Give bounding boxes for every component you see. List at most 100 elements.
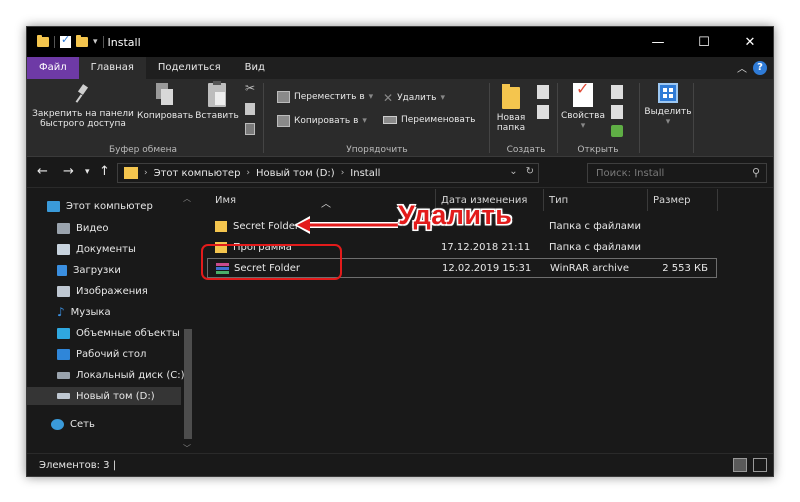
chevron-right-icon[interactable]: › (144, 168, 148, 178)
nav-item-drive-c[interactable]: Локальный диск (C:) (57, 366, 185, 384)
new-item-button[interactable] (537, 85, 549, 99)
rename-button[interactable]: Переименовать (383, 115, 476, 125)
separator (54, 36, 55, 48)
organize-group-label: Упорядочить (346, 145, 408, 155)
file-type: Папка с файлами (549, 221, 641, 232)
folder-icon (124, 167, 138, 179)
chevron-right-icon[interactable]: › (341, 168, 345, 178)
customize-toolbar-icon[interactable]: ▾ (93, 37, 98, 47)
up-arrow-icon[interactable]: ↑ (99, 164, 110, 179)
copy-icon (156, 83, 174, 107)
details-view-icon[interactable] (733, 458, 747, 472)
tab-view[interactable]: Вид (233, 57, 277, 79)
ribbon: Закрепить на панели быстрого доступа Коп… (27, 79, 773, 157)
scroll-up-icon[interactable]: ︿ (183, 193, 191, 204)
system-drive-icon (57, 371, 70, 379)
pin-icon (74, 83, 92, 105)
clipboard-group-label: Буфер обмена (108, 145, 178, 155)
separator (543, 189, 544, 211)
pictures-icon (57, 285, 70, 297)
file-name: Secret Folder (233, 221, 300, 232)
new-folder-button[interactable]: Новая папка (491, 83, 531, 133)
item-count: Элементов: 3 | (39, 460, 117, 471)
nav-item-pictures[interactable]: Изображения (57, 282, 148, 300)
copy-path-button[interactable] (245, 103, 255, 115)
edit-button[interactable] (611, 105, 623, 119)
search-icon: ⚲ (751, 166, 760, 179)
open-button[interactable] (611, 85, 623, 99)
file-date: 12.02.2019 15:31 (442, 263, 532, 274)
nav-item-documents[interactable]: Документы (57, 240, 136, 258)
window-title: Install (107, 35, 141, 49)
properties-label: Свойства (561, 111, 605, 121)
nav-pane-scrollbar[interactable]: ︿ ﹀ (183, 189, 193, 453)
nav-item-label: Документы (76, 243, 136, 255)
refresh-icon[interactable]: ↻ (526, 166, 534, 177)
address-dropdown-icon[interactable]: ⌄ (509, 166, 517, 177)
cut-button[interactable] (245, 81, 258, 95)
sort-ascending-icon: ︿ (321, 199, 331, 210)
pin-quick-access-button[interactable]: Закрепить на панели быстрого доступа (31, 83, 135, 129)
nav-item-desktop[interactable]: Рабочий стол (57, 345, 146, 363)
help-icon[interactable]: ? (753, 60, 767, 75)
nav-item-video[interactable]: Видео (57, 219, 109, 237)
open-group: Свойства ▾ Открыть (559, 79, 637, 157)
minimize-button[interactable]: — (635, 27, 681, 57)
music-icon: ♪ (57, 305, 65, 319)
paste-shortcut-button[interactable] (245, 123, 255, 135)
address-bar[interactable]: › Этот компьютер › Новый том (D:) › Inst… (117, 163, 539, 183)
back-arrow-icon[interactable]: ← (37, 164, 48, 179)
select-button[interactable]: Выделить ▾ (643, 83, 693, 127)
explorer-window: ▾ Install — ☐ ✕ Файл Главная Поделиться … (26, 26, 774, 477)
column-type[interactable]: Тип (549, 195, 568, 206)
new-folder-quick-icon[interactable] (76, 35, 88, 47)
tab-home[interactable]: Главная (78, 57, 146, 79)
nav-item-downloads[interactable]: Загрузки (57, 261, 121, 279)
pin-label: Закрепить на панели быстрого доступа (32, 109, 134, 129)
tab-file[interactable]: Файл (27, 57, 79, 79)
chevron-down-icon: ▾ (580, 121, 586, 131)
file-type: Папка с файлами (549, 242, 641, 253)
column-name[interactable]: Имя (215, 195, 236, 206)
move-to-button[interactable]: Переместить в ▾ (277, 91, 373, 103)
separator (489, 83, 490, 153)
nav-item-label: Видео (76, 222, 109, 234)
large-icons-view-icon[interactable] (753, 458, 767, 472)
nav-item-3d-objects[interactable]: Объемные объекты (57, 324, 180, 342)
nav-item-network[interactable]: Сеть (51, 415, 95, 433)
scrollbar-thumb[interactable] (184, 329, 192, 439)
video-icon (57, 222, 70, 234)
delete-button[interactable]: ✕ Удалить ▾ (383, 91, 445, 105)
3d-objects-icon (57, 327, 70, 339)
annotation-label: Удалить (398, 200, 513, 230)
breadcrumb-this-pc[interactable]: Этот компьютер (154, 168, 241, 179)
breadcrumb-install[interactable]: Install (350, 168, 380, 179)
maximize-button[interactable]: ☐ (681, 27, 727, 57)
column-size[interactable]: Размер (653, 195, 691, 206)
nav-item-drive-d[interactable]: Новый том (D:) (27, 387, 181, 405)
properties-quick-icon[interactable] (60, 33, 71, 48)
search-box[interactable]: Поиск: Install ⚲ (587, 163, 767, 183)
forward-arrow-icon[interactable]: → (63, 164, 74, 179)
paste-button[interactable]: Вставить (195, 81, 239, 121)
documents-icon (57, 243, 70, 255)
chevron-right-icon[interactable]: › (246, 168, 250, 178)
properties-button[interactable]: Свойства ▾ (559, 83, 607, 131)
nav-item-music[interactable]: ♪ Музыка (57, 303, 111, 321)
title-bar: ▾ Install — ☐ ✕ (27, 27, 773, 57)
copy-to-button[interactable]: Копировать в ▾ (277, 115, 367, 127)
organize-group: Переместить в ▾ Копировать в ▾ ✕ Удалить… (267, 79, 487, 157)
nav-item-this-pc[interactable]: Этот компьютер (47, 197, 153, 215)
collapse-ribbon-icon[interactable]: ︿ (737, 60, 747, 75)
easy-access-button[interactable] (537, 105, 549, 119)
tab-share[interactable]: Поделиться (146, 57, 233, 79)
recent-locations-icon[interactable]: ▾ (85, 167, 90, 177)
delete-icon: ✕ (383, 91, 394, 105)
new-folder-icon (502, 84, 520, 109)
copy-button[interactable]: Копировать (137, 83, 193, 121)
close-button[interactable]: ✕ (727, 27, 773, 57)
breadcrumb-drive-d[interactable]: Новый том (D:) (256, 168, 335, 179)
history-button[interactable] (611, 125, 623, 137)
separator (717, 189, 718, 211)
file-date: 17.12.2018 21:11 (441, 242, 531, 253)
